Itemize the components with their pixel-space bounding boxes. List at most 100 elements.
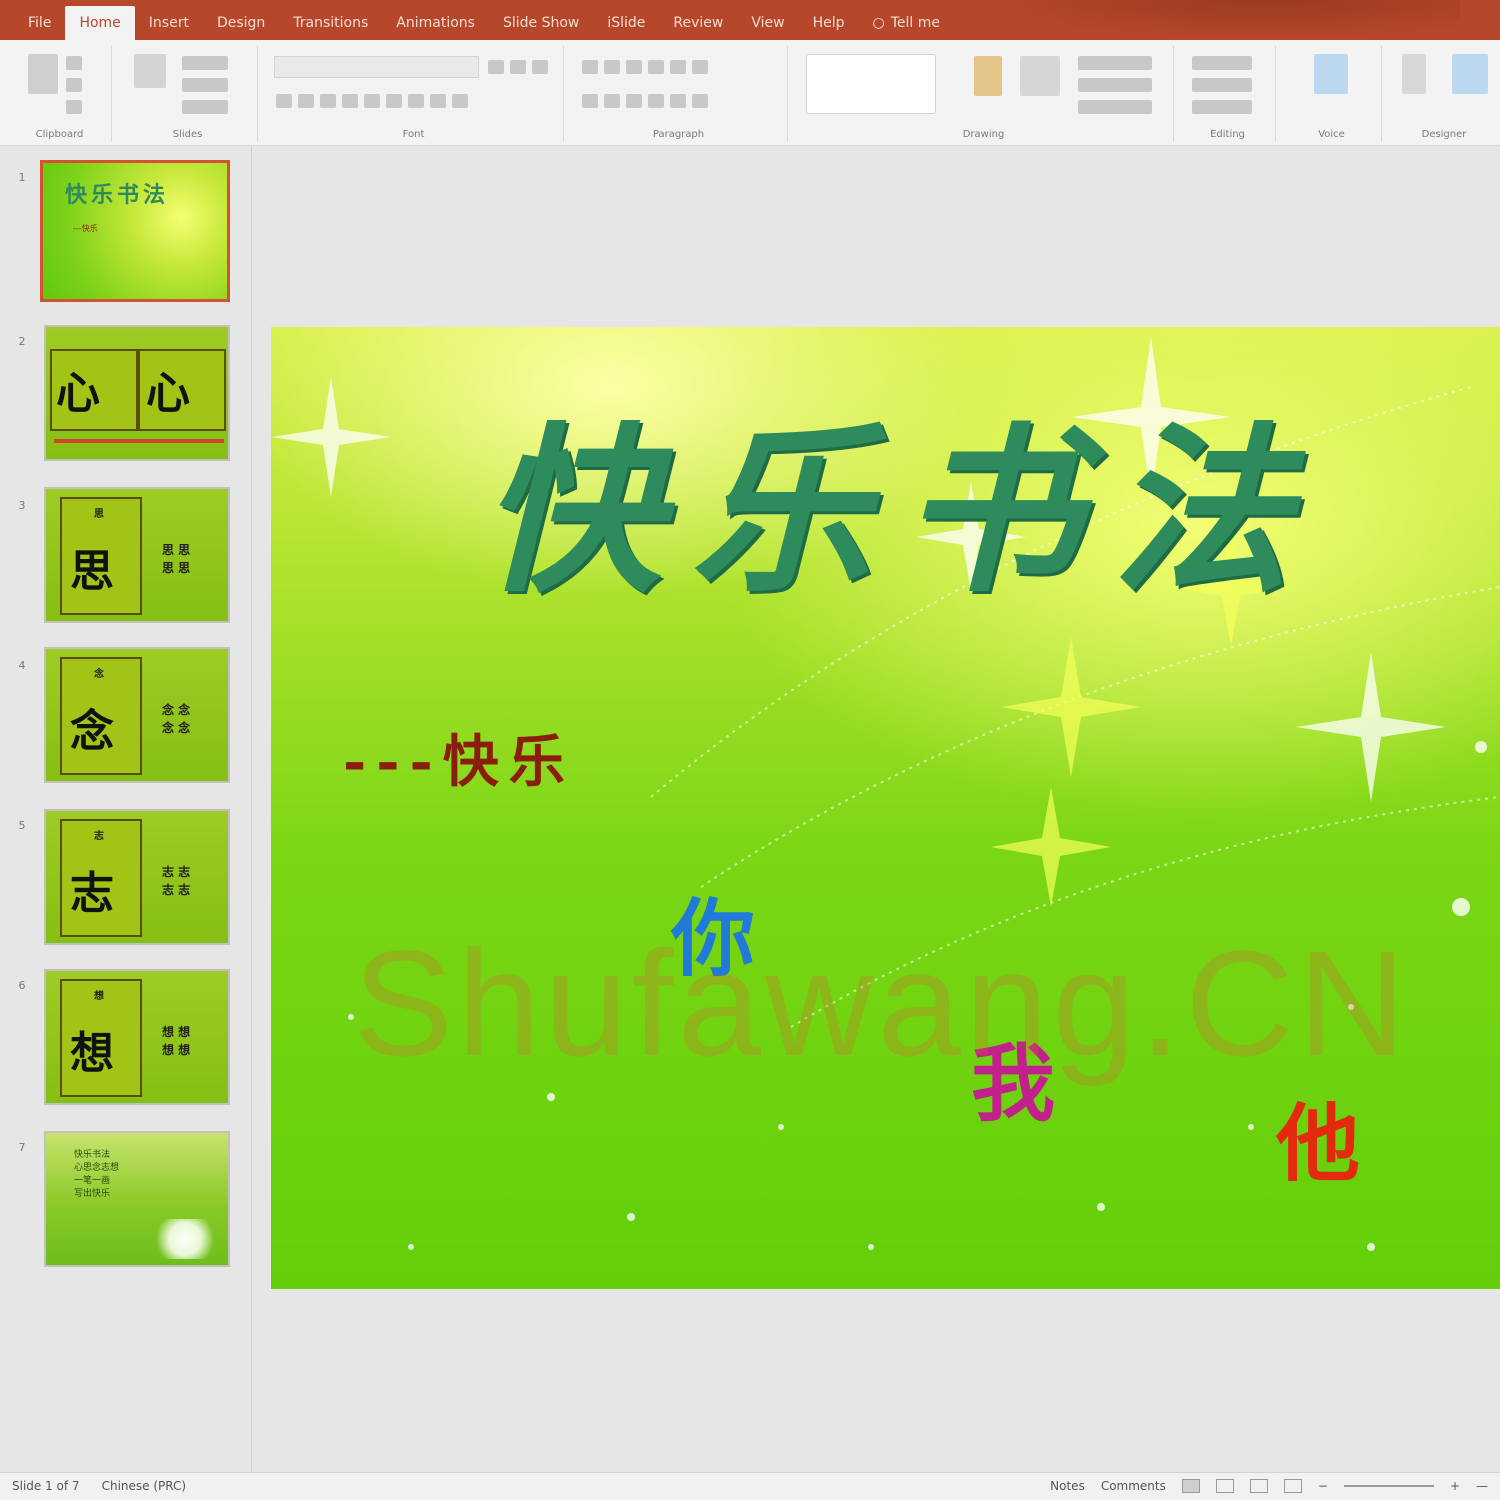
tab-design[interactable]: Design (203, 6, 279, 40)
reset-button[interactable] (182, 78, 228, 92)
slide-thumbnail-2[interactable]: 心 心 (44, 325, 230, 461)
slide-thumbnail-1[interactable]: 快乐书法 ---快乐 (40, 160, 230, 302)
spacing-icon[interactable] (386, 94, 402, 108)
tab-review[interactable]: Review (659, 6, 737, 40)
arrange-icon[interactable] (974, 56, 1002, 96)
reading-view-icon[interactable] (1249, 1479, 1268, 1493)
layout-button[interactable] (182, 56, 228, 70)
section-button[interactable] (182, 100, 228, 114)
underline-icon[interactable] (320, 94, 336, 108)
tab-help[interactable]: Help (799, 6, 859, 40)
font-name-select[interactable] (274, 56, 479, 78)
line-spacing-icon[interactable] (670, 60, 686, 74)
strikethrough-icon[interactable] (364, 94, 380, 108)
shape-fill-button[interactable] (1078, 56, 1152, 70)
title-bar-decoration (980, 0, 1460, 40)
shapes-gallery[interactable] (806, 54, 936, 114)
align-center-icon[interactable] (604, 94, 620, 108)
clipboard-small-buttons (66, 56, 82, 114)
replace-button[interactable] (1192, 78, 1252, 92)
word-me[interactable]: 我 (971, 1017, 1055, 1138)
columns-icon[interactable] (670, 94, 686, 108)
decrease-font-icon[interactable] (510, 60, 526, 74)
slide-thumbnail-5[interactable]: 志 志 志 志 志 志 (44, 809, 230, 945)
word-you[interactable]: 你 (671, 872, 755, 993)
highlight-icon[interactable] (430, 94, 446, 108)
slide-sorter-icon[interactable] (1215, 1479, 1234, 1493)
justify-icon[interactable] (648, 94, 664, 108)
increase-indent-icon[interactable] (648, 60, 664, 74)
cut-icon[interactable] (66, 56, 82, 70)
zoom-level[interactable]: — (1476, 1479, 1488, 1493)
word-him[interactable]: 他 (1276, 1077, 1360, 1198)
current-slide[interactable]: 快乐书法 ---快乐 你 我 他 (271, 327, 1500, 1289)
tab-view[interactable]: View (737, 6, 798, 40)
comments-button[interactable]: Comments (1101, 1479, 1166, 1493)
tell-me-search[interactable]: ○ Tell me (859, 6, 955, 40)
align-text-icon[interactable] (692, 94, 708, 108)
normal-view-icon[interactable] (1181, 1479, 1200, 1493)
find-button[interactable] (1192, 56, 1252, 70)
shape-format-buttons (1078, 56, 1152, 114)
decrease-indent-icon[interactable] (626, 60, 642, 74)
tab-transitions[interactable]: Transitions (279, 6, 382, 40)
zoom-slider[interactable] (1343, 1485, 1434, 1487)
font-color-icon[interactable] (452, 94, 468, 108)
bullets-icon[interactable] (582, 60, 598, 74)
slide-subtitle[interactable]: ---快乐 (343, 717, 575, 798)
slide-thumbnail-3[interactable]: 思 思 思 思 思 思 (44, 487, 230, 623)
slide-thumbnail-6[interactable]: 想 想 想 想 想 想 (44, 969, 230, 1105)
tab-insert[interactable]: Insert (135, 6, 203, 40)
tab-file[interactable]: File (14, 6, 65, 40)
notes-button[interactable]: Notes (1050, 1479, 1085, 1493)
new-slide-icon[interactable] (134, 54, 166, 88)
poem-line: 心思念志想 (74, 1163, 120, 1173)
thumb-char: 思 (70, 546, 114, 597)
editing-buttons (1192, 56, 1252, 114)
align-right-icon[interactable] (626, 94, 642, 108)
font-style-buttons (276, 94, 468, 108)
thumb-poem: 快乐书法 心思念志想 一笔一画 写出快乐 (74, 1149, 119, 1201)
thumb-number: 1 (18, 171, 26, 184)
design-ideas-icon[interactable] (1452, 54, 1488, 94)
paste-icon[interactable] (28, 54, 58, 94)
slide-thumbnail-pane: 1 快乐书法 ---快乐 2 心 心 3 思 思 思 思 思 思 4 念 念 念… (0, 147, 252, 1472)
slide-thumbnail-7[interactable]: 快乐书法 心思念志想 一笔一画 写出快乐 (44, 1131, 230, 1267)
language-indicator[interactable]: Chinese (PRC) (102, 1479, 186, 1493)
tab-animations[interactable]: Animations (382, 6, 489, 40)
dictate-icon[interactable] (1314, 54, 1348, 94)
italic-icon[interactable] (298, 94, 314, 108)
format-painter-icon[interactable] (66, 100, 82, 114)
quick-styles-icon[interactable] (1020, 56, 1060, 96)
lightbulb-icon: ○ (872, 15, 885, 31)
thumb-number: 4 (18, 659, 26, 672)
slideshow-view-icon[interactable] (1283, 1479, 1302, 1493)
slide-title[interactable]: 快乐书法 (481, 407, 1321, 617)
paragraph-row-2 (582, 94, 708, 108)
select-button[interactable] (1192, 100, 1252, 114)
slide-thumbnail-4[interactable]: 念 念 念 念 念 念 (44, 647, 230, 783)
align-left-icon[interactable] (582, 94, 598, 108)
copy-icon[interactable] (66, 78, 82, 92)
tab-islide[interactable]: iSlide (593, 6, 659, 40)
text-direction-icon[interactable] (692, 60, 708, 74)
add-in-icon[interactable] (1402, 54, 1426, 94)
clear-format-icon[interactable] (532, 60, 548, 74)
thumb-side-text: 想 想 想 想 (162, 1025, 191, 1057)
poem-line: 写出快乐 (74, 1189, 111, 1199)
thumb-number: 3 (18, 499, 26, 512)
numbering-icon[interactable] (604, 60, 620, 74)
zoom-plus-icon[interactable]: + (1450, 1479, 1460, 1493)
increase-font-icon[interactable] (488, 60, 504, 74)
shape-effects-button[interactable] (1078, 100, 1152, 114)
tab-home[interactable]: Home (65, 6, 135, 40)
shadow-icon[interactable] (342, 94, 358, 108)
slide-editing-canvas: 快乐书法 ---快乐 你 我 他 Shufawang.CN (253, 147, 1500, 1472)
shape-outline-button[interactable] (1078, 78, 1152, 92)
thumb-side-text: 思 思 思 思 (162, 543, 191, 575)
thumb-char: 心 (56, 368, 100, 419)
change-case-icon[interactable] (408, 94, 424, 108)
tab-slide-show[interactable]: Slide Show (489, 6, 593, 40)
zoom-minus-icon[interactable]: − (1318, 1479, 1328, 1493)
bold-icon[interactable] (276, 94, 292, 108)
